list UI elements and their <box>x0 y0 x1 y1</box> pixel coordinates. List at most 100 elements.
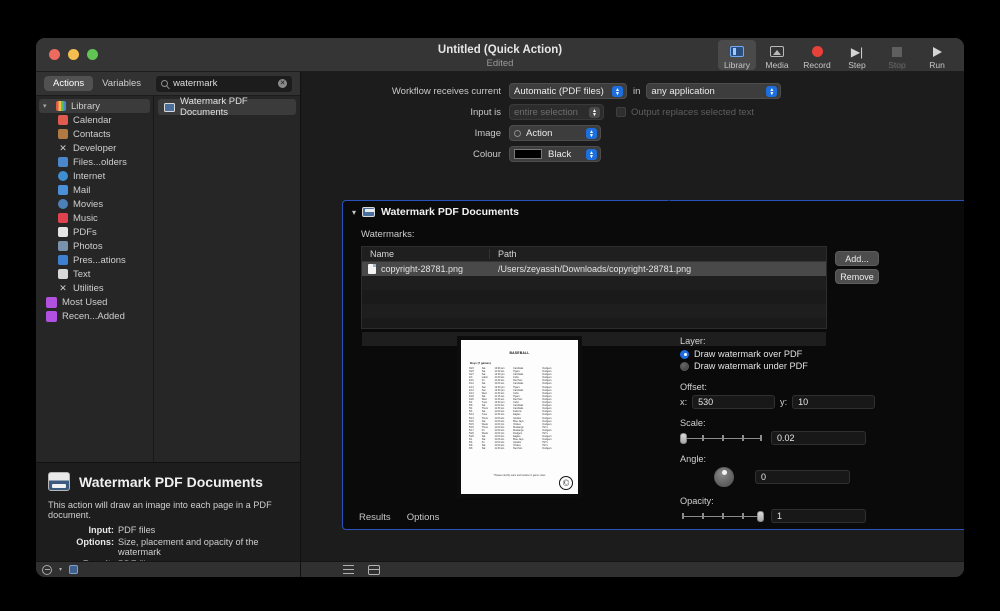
layer-option-under[interactable]: Draw watermark under PDF <box>680 361 875 371</box>
library-item-developer[interactable]: ✕ Developer <box>36 141 153 155</box>
list-view-icon[interactable] <box>343 565 354 574</box>
library-item-internet[interactable]: Internet <box>36 169 153 183</box>
slider-tick <box>742 513 744 519</box>
colour-swatch <box>514 149 542 159</box>
library-item-files-folders[interactable]: Files...olders <box>36 155 153 169</box>
workflow-application-value: any application <box>651 85 715 97</box>
angle-row: 0 <box>680 467 875 487</box>
clear-icon[interactable]: ✕ <box>278 79 287 88</box>
tab-variables[interactable]: Variables <box>93 76 150 91</box>
toolbar-run-button[interactable]: Run <box>918 40 956 70</box>
pdf-schedule-cell: 6/8 <box>469 447 473 451</box>
layer-option-over[interactable]: Draw watermark over PDF <box>680 349 875 359</box>
library-item-photos[interactable]: Photos <box>36 239 153 253</box>
info-header: Watermark PDF Documents <box>48 472 288 491</box>
offset-y-input[interactable]: 10 <box>792 395 875 409</box>
chevron-down-icon[interactable]: ▾ <box>43 102 51 110</box>
workflow-application-select[interactable]: any application ▲ ▼ <box>646 83 782 99</box>
workflow-panel: Workflow receives current Automatic (PDF… <box>301 72 964 577</box>
scale-slider[interactable] <box>680 431 764 445</box>
workflow-receives-select[interactable]: Automatic (PDF files) ▲ ▼ <box>509 83 627 99</box>
library-item-contacts[interactable]: Contacts <box>36 127 153 141</box>
minimize-window-button[interactable] <box>68 49 79 60</box>
toolbar-record-button[interactable]: Record <box>798 40 836 70</box>
table-row-empty[interactable] <box>362 304 826 318</box>
library-item-presentations[interactable]: Pres...ations <box>36 253 153 267</box>
movies-icon <box>58 199 68 209</box>
angle-value-input[interactable]: 0 <box>755 470 850 484</box>
close-window-button[interactable] <box>49 49 60 60</box>
action-result-watermark-pdf-documents[interactable]: Watermark PDF Documents <box>158 96 296 118</box>
developer-icon: ✕ <box>59 143 67 153</box>
angle-dial[interactable] <box>714 467 734 487</box>
library-item-label: Movies <box>73 198 104 210</box>
split-view-icon[interactable] <box>368 564 380 575</box>
info-title: Watermark PDF Documents <box>79 473 263 490</box>
action-card-watermark-pdf-documents: ▾ Watermark PDF Documents ✕ Watermarks: … <box>342 190 964 530</box>
slider-thumb[interactable] <box>680 433 687 444</box>
library-item-mail[interactable]: Mail <box>36 183 153 197</box>
search-input[interactable]: watermark <box>173 78 273 89</box>
column-header-name[interactable]: Name <box>362 249 490 259</box>
opacity-slider[interactable] <box>680 509 764 523</box>
slider-tick <box>722 513 724 519</box>
remove-button[interactable]: Remove <box>835 269 879 284</box>
library-item-text[interactable]: Text <box>36 267 153 281</box>
library-root-item[interactable]: ▾ Library <box>39 99 150 113</box>
offset-x-input[interactable]: 530 <box>692 395 775 409</box>
panel-toggle-icon[interactable] <box>69 565 79 574</box>
library-item-label: Text <box>73 268 91 280</box>
scale-label: Scale: <box>680 418 706 428</box>
action-dot-icon <box>514 129 521 137</box>
table-row[interactable]: copyright-28781.png /Users/zeyassh/Downl… <box>362 262 826 276</box>
gear-icon[interactable] <box>42 564 52 575</box>
chevron-down-icon[interactable]: ▾ <box>59 566 62 573</box>
library-item-calendar[interactable]: Calendar <box>36 113 153 127</box>
opacity-value-input[interactable]: 1 <box>771 509 866 523</box>
actions-variables-segmented-control[interactable]: Actions Variables <box>44 76 150 91</box>
offset-y-key: y: <box>780 397 788 407</box>
watermark-file-name: copyright-28781.png <box>381 264 464 274</box>
table-row-empty[interactable] <box>362 276 826 290</box>
library-item-utilities[interactable]: ✕ Utilities <box>36 281 153 295</box>
action-icon <box>164 102 175 112</box>
tab-results[interactable]: Results <box>359 512 391 523</box>
table-row-empty[interactable] <box>362 318 826 332</box>
workflow-colour-select[interactable]: Black ▲ ▼ <box>509 146 601 162</box>
tab-options[interactable]: Options <box>407 512 440 523</box>
pdf-preview[interactable]: BASEBALL Boys (7 games) 3/23 Sat 10:00 am C… <box>457 336 582 498</box>
library-item-music[interactable]: Music <box>36 211 153 225</box>
left-panel-header: Actions Variables watermark ✕ <box>36 72 300 96</box>
search-field[interactable]: watermark ✕ <box>156 75 292 92</box>
chevron-updown-icon: ▲ ▼ <box>586 149 597 160</box>
table-header-row: Name Path <box>362 247 826 262</box>
maximize-window-button[interactable] <box>87 49 98 60</box>
library-group-recently-added[interactable]: Recen...Added <box>36 309 153 323</box>
watermarks-label: Watermarks: <box>361 229 415 240</box>
output-replaces-checkbox[interactable] <box>616 107 626 117</box>
workflow-colour-label: Colour <box>473 148 501 160</box>
chevron-down-icon[interactable]: ▾ <box>352 208 356 217</box>
table-row-empty[interactable] <box>362 290 826 304</box>
workflow-footer <box>301 561 964 577</box>
slider-tick <box>722 435 724 441</box>
library-group-most-used[interactable]: Most Used <box>36 295 153 309</box>
workflow-settings: Workflow receives current Automatic (PDF… <box>301 72 964 182</box>
toolbar-library-button[interactable]: Library <box>718 40 756 70</box>
library-item-movies[interactable]: Movies <box>36 197 153 211</box>
workflow-image-select[interactable]: Action ▲ ▼ <box>509 125 601 141</box>
search-icon <box>161 80 169 87</box>
toolbar-media-button[interactable]: Media <box>758 40 796 70</box>
column-header-path[interactable]: Path <box>490 249 826 259</box>
library-item-pdfs[interactable]: PDFs <box>36 225 153 239</box>
slider-thumb[interactable] <box>757 511 764 522</box>
toolbar-step-button[interactable]: ▶| Step <box>838 40 876 71</box>
tab-actions[interactable]: Actions <box>44 76 94 91</box>
library-item-label: Mail <box>73 184 91 196</box>
add-button[interactable]: Add... <box>835 251 879 266</box>
radio-over-icon[interactable] <box>680 349 689 359</box>
scale-value-input[interactable]: 0.02 <box>771 431 866 445</box>
radio-under-icon[interactable] <box>680 361 689 371</box>
output-replaces-checkbox-row[interactable]: Output replaces selected text <box>616 107 754 118</box>
utilities-icon: ✕ <box>59 283 67 293</box>
